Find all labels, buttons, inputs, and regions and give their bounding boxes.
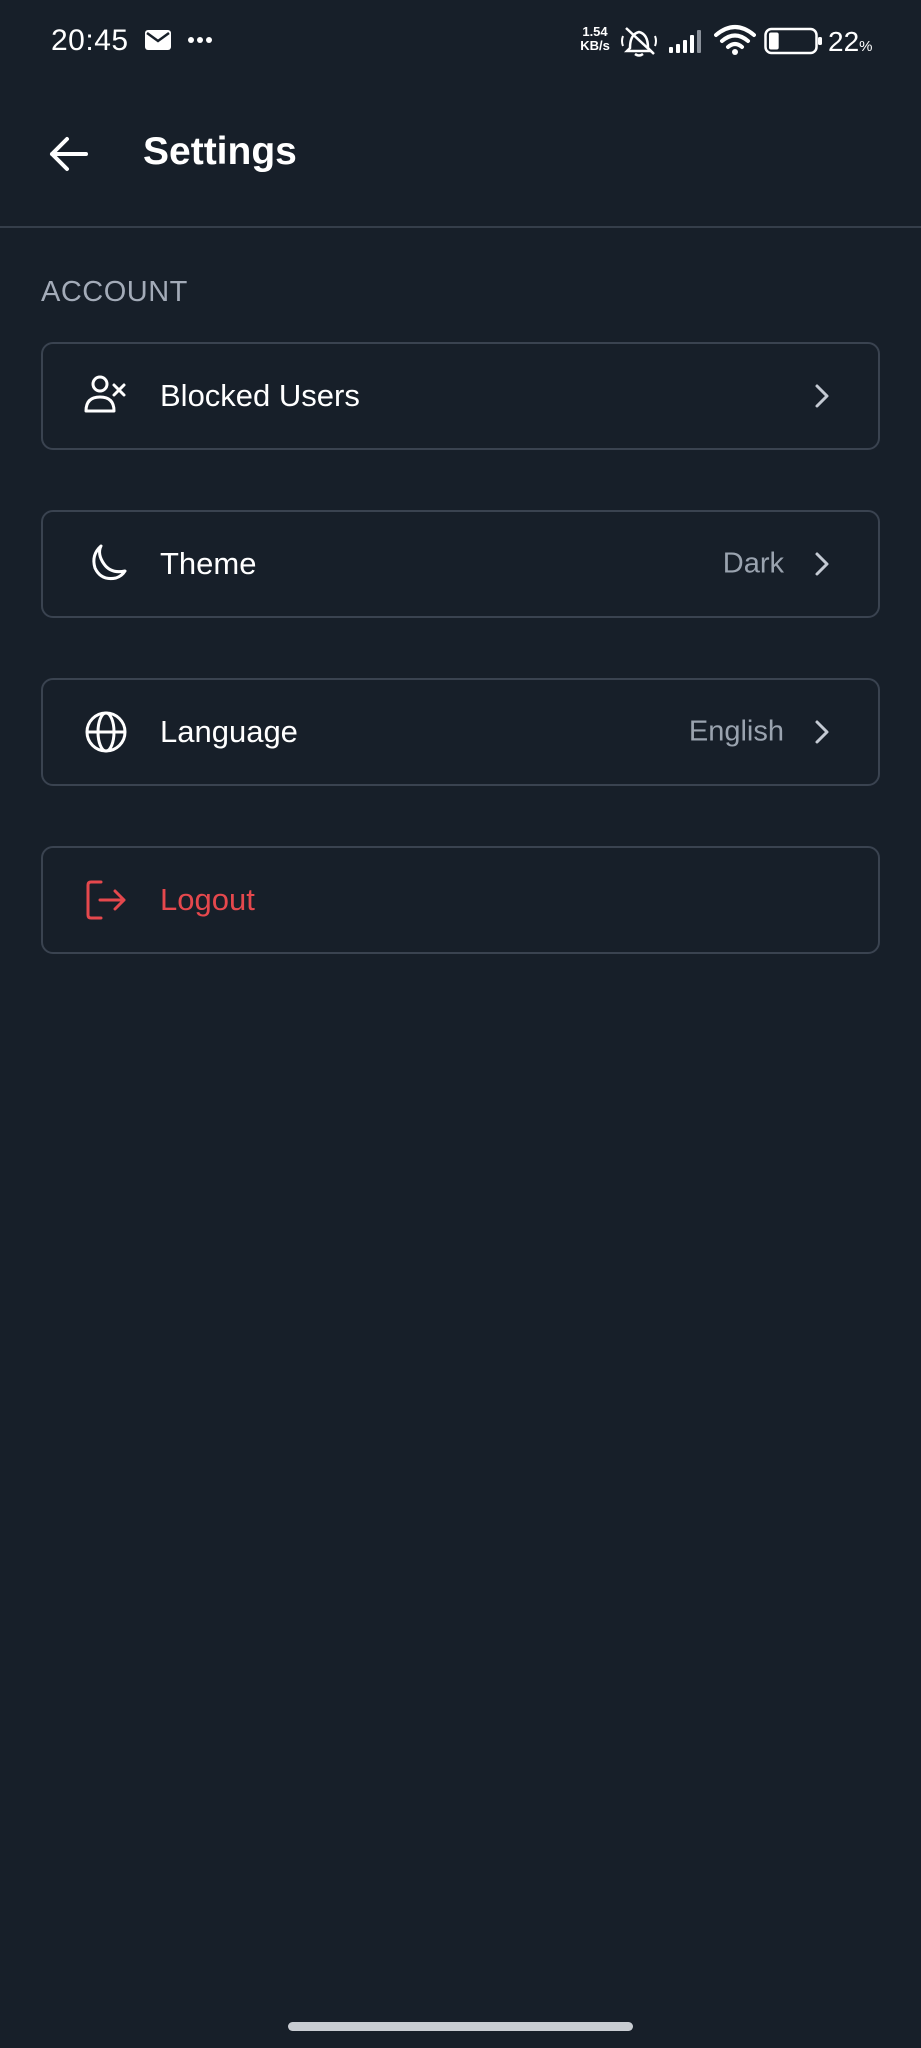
battery-percent-unit: % bbox=[859, 38, 873, 55]
moon-icon bbox=[83, 541, 129, 587]
logout-row[interactable]: Logout bbox=[41, 846, 880, 954]
more-icon bbox=[188, 37, 212, 43]
blocked-users-row[interactable]: Blocked Users bbox=[41, 342, 880, 450]
mail-icon bbox=[145, 30, 171, 50]
user-x-icon bbox=[83, 373, 129, 419]
home-indicator[interactable] bbox=[288, 2022, 633, 2031]
cellular-signal-icon bbox=[669, 30, 701, 53]
logout-label: Logout bbox=[160, 882, 255, 917]
back-button[interactable] bbox=[40, 126, 96, 182]
language-row[interactable]: Language English bbox=[41, 678, 880, 786]
language-label: Language bbox=[160, 714, 298, 749]
battery-icon bbox=[764, 27, 822, 55]
section-label-account: ACCOUNT bbox=[41, 276, 188, 308]
logout-icon bbox=[83, 877, 129, 923]
vibrate-mute-icon bbox=[621, 27, 657, 57]
arrow-left-icon bbox=[50, 137, 88, 171]
theme-value: Dark bbox=[722, 547, 784, 580]
theme-row[interactable]: Theme Dark bbox=[41, 510, 880, 618]
blocked-users-label: Blocked Users bbox=[160, 378, 360, 413]
app-bar: Settings bbox=[0, 100, 921, 228]
status-time: 20:45 bbox=[51, 24, 129, 57]
battery-percent: 22% bbox=[828, 26, 873, 58]
wifi-icon bbox=[714, 25, 756, 55]
chevron-right-icon bbox=[815, 384, 829, 408]
theme-label: Theme bbox=[160, 546, 257, 581]
chevron-right-icon bbox=[815, 720, 829, 744]
language-value: English bbox=[688, 715, 784, 748]
network-speed-unit: KB/s bbox=[580, 38, 610, 53]
status-bar: 20:45 1.54 KB/s 22% bbox=[0, 0, 921, 84]
battery-percent-value: 22 bbox=[828, 26, 860, 57]
globe-icon bbox=[83, 709, 129, 755]
network-speed-value: 1.54 bbox=[582, 24, 608, 39]
chevron-right-icon bbox=[815, 552, 829, 576]
network-speed: 1.54 KB/s bbox=[575, 25, 615, 53]
page-title: Settings bbox=[143, 130, 297, 173]
